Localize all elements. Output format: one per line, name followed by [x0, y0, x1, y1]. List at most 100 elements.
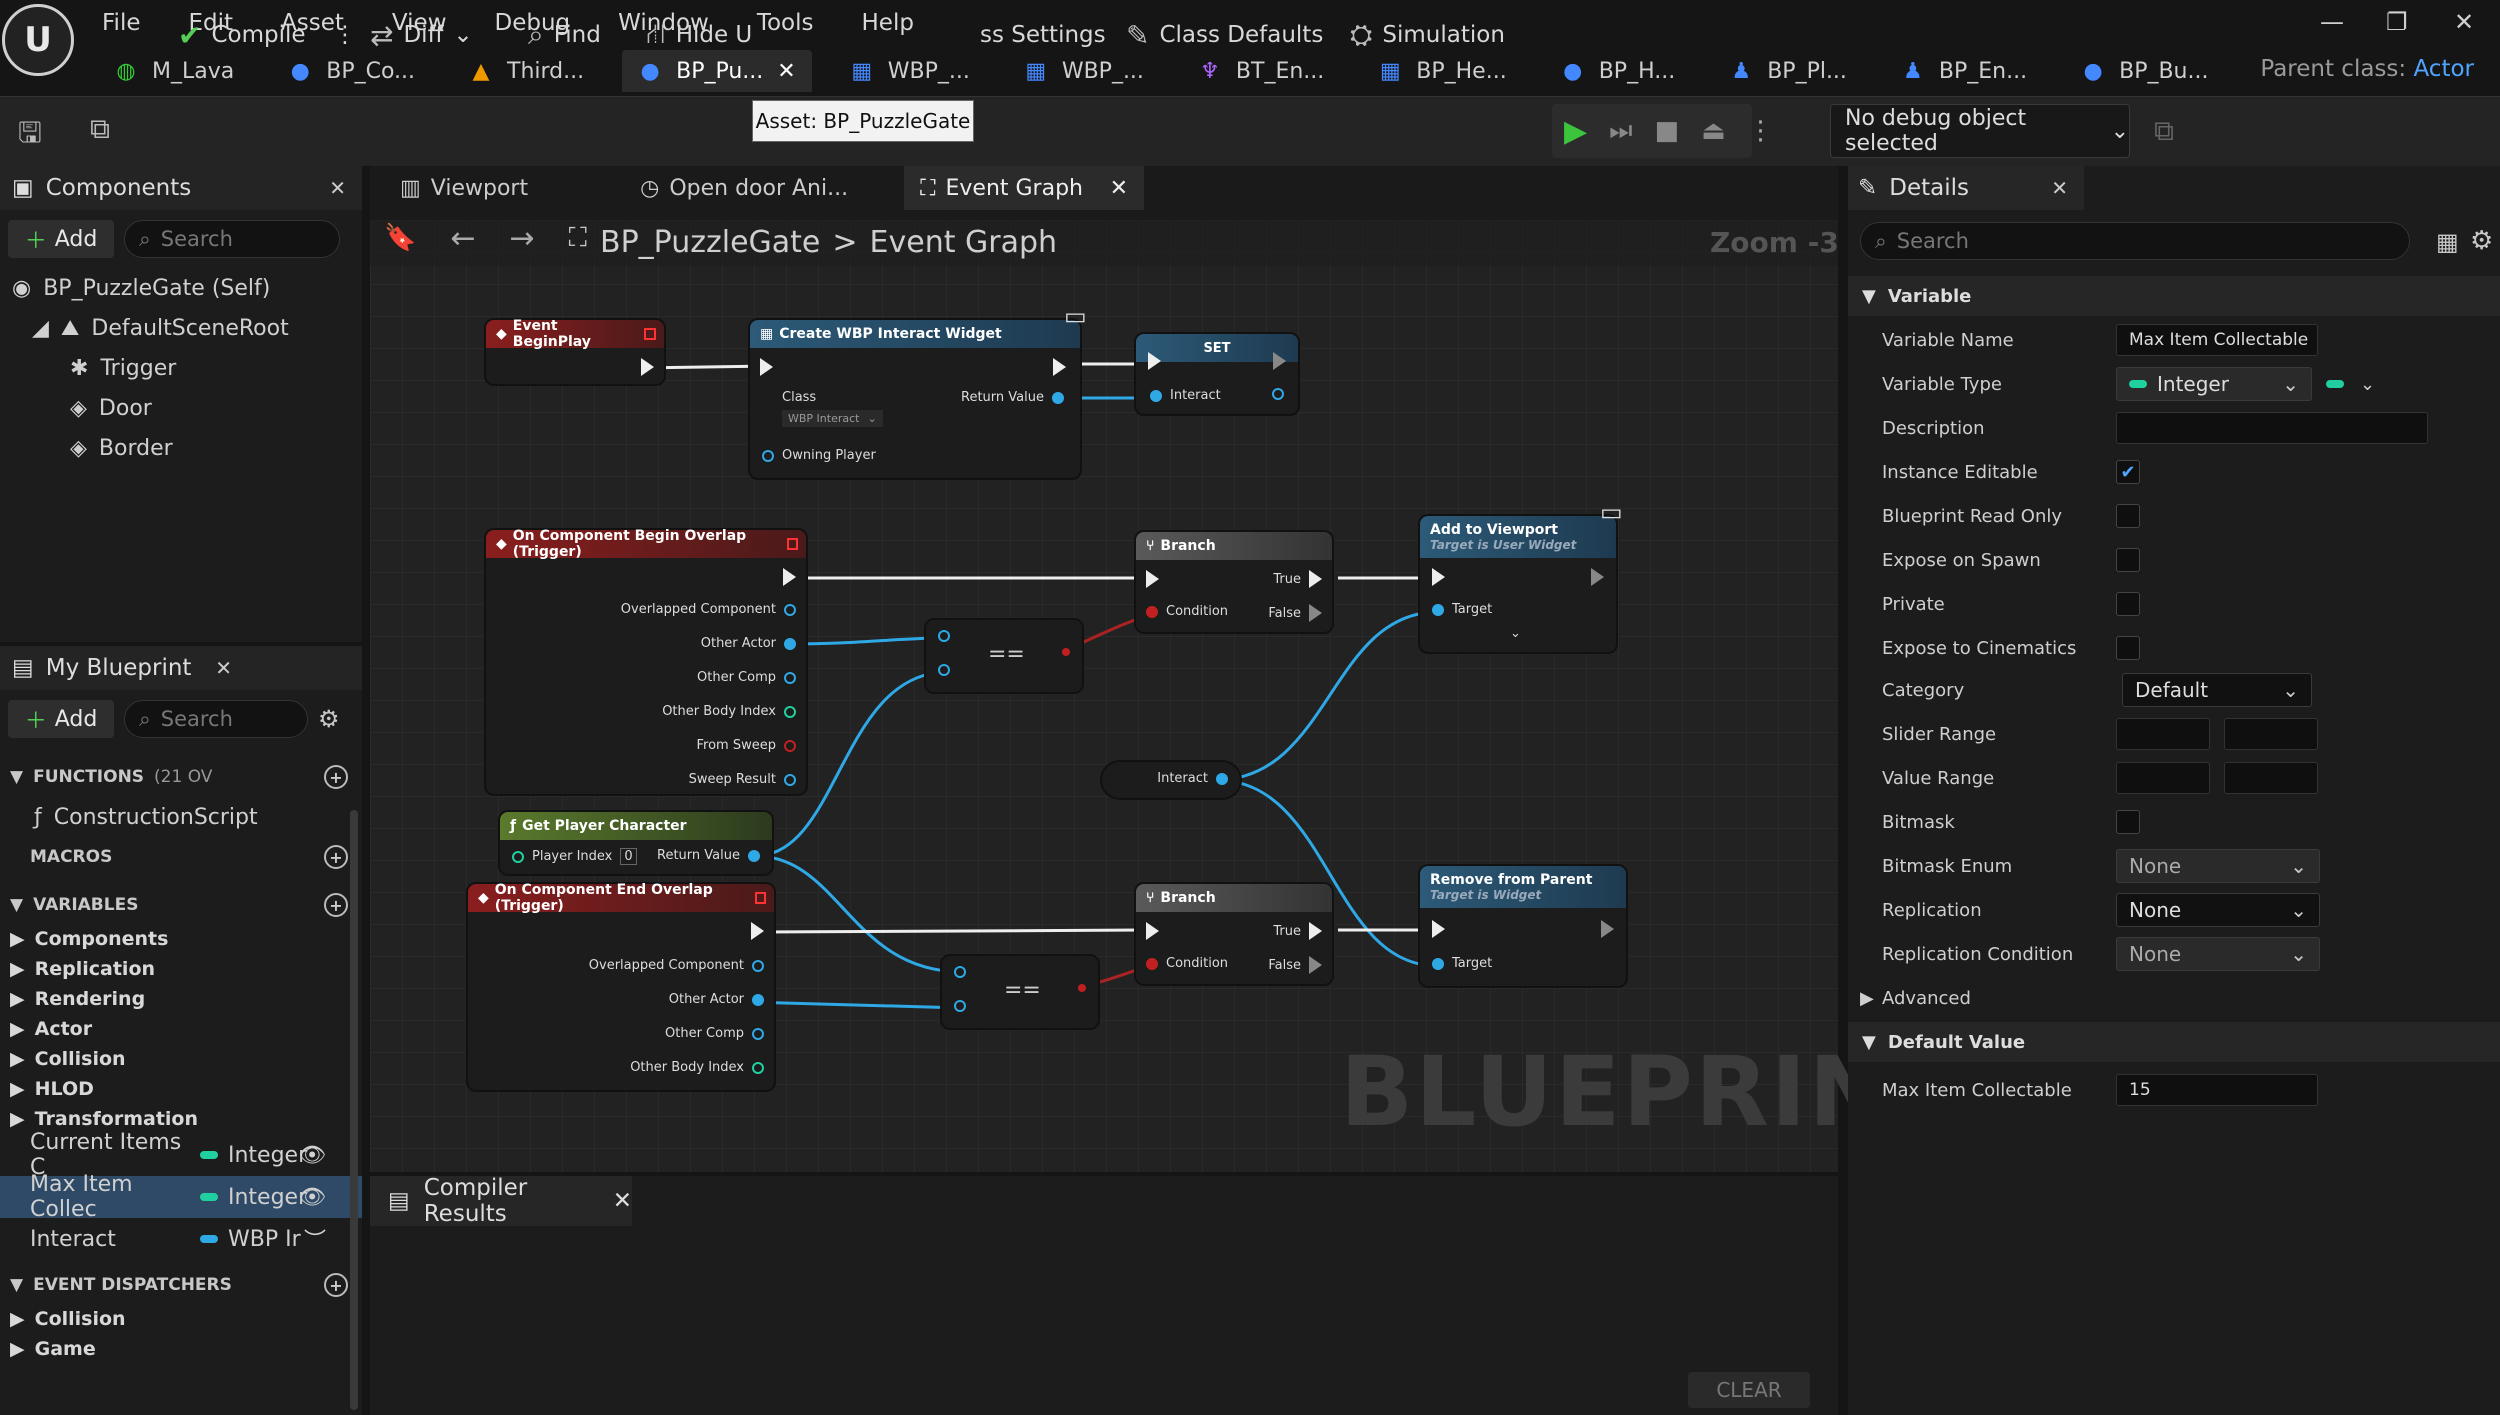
- node-equals[interactable]: ==: [926, 620, 1082, 692]
- variable-category[interactable]: ▶ Actor: [0, 1014, 362, 1044]
- slider-min-input[interactable]: [2116, 718, 2210, 750]
- minimize-icon[interactable]: —: [2320, 8, 2344, 36]
- node-interact-getter[interactable]: Interact: [1102, 762, 1240, 798]
- node-get-player-character[interactable]: ƒ Get Player Character Player Index 0 Retu…: [500, 812, 772, 874]
- node-remove-from-parent[interactable]: Remove from Parent Target is Widget Targe…: [1420, 866, 1626, 986]
- close-tab-icon[interactable]: ✕: [1110, 176, 1128, 201]
- diff-button[interactable]: ⇄ Diff ⌄: [370, 9, 473, 61]
- event-graph-canvas[interactable]: ◆ Event BeginPlay ▦ Create WBP Interact Wi…: [370, 220, 1838, 1172]
- expand-arrow-icon[interactable]: ▶: [10, 1048, 25, 1070]
- other-comp-pin[interactable]: Other Comp: [665, 1026, 764, 1041]
- other-body-pin[interactable]: Other Body Index: [662, 704, 796, 719]
- play-icon[interactable]: ▶: [1564, 114, 1587, 149]
- expand-advanced-icon[interactable]: ⌄: [1510, 626, 1521, 641]
- dispatcher-category[interactable]: ▶ Collision: [0, 1304, 362, 1334]
- components-search-input[interactable]: ⌕ Search: [124, 220, 340, 258]
- slider-max-input[interactable]: [2224, 718, 2318, 750]
- collapse-arrow-icon[interactable]: ▼: [10, 767, 23, 787]
- other-actor-pin[interactable]: Other Actor: [669, 992, 764, 1007]
- breadcrumb-root[interactable]: BP_PuzzleGate: [600, 225, 820, 260]
- return-value-pin[interactable]: Return Value: [657, 848, 760, 863]
- exec-in-pin[interactable]: [760, 358, 773, 376]
- compiler-results-tab[interactable]: ▤ Compiler Results ✕: [370, 1175, 632, 1227]
- b-pin[interactable]: [938, 664, 950, 676]
- more-options-icon[interactable]: ⋮: [1748, 116, 1774, 146]
- max-item-input[interactable]: 15: [2116, 1074, 2318, 1106]
- hierarchy-icon[interactable]: ⛶: [569, 223, 587, 254]
- target-pin[interactable]: Target: [1432, 602, 1492, 617]
- event-dispatchers-section[interactable]: ▼ EVENT DISPATCHERS +: [0, 1266, 362, 1304]
- expand-arrow-icon[interactable]: ▶: [10, 1308, 25, 1330]
- variable-row-selected[interactable]: Max Item Collec Integer 👁: [0, 1172, 362, 1222]
- details-search-input[interactable]: ⌕ Search: [1860, 222, 2410, 260]
- close-icon[interactable]: ✕: [2051, 176, 2068, 200]
- from-sweep-pin[interactable]: From Sweep: [697, 738, 796, 753]
- exec-out-pin[interactable]: [783, 568, 796, 586]
- tree-item-self[interactable]: ◉ BP_PuzzleGate (Self): [0, 268, 362, 308]
- close-icon[interactable]: ✕: [215, 656, 232, 680]
- forward-arrow-icon[interactable]: →: [510, 221, 535, 256]
- variable-name-input[interactable]: Max Item Collectable: [2116, 324, 2318, 356]
- exec-out-pin[interactable]: [751, 922, 764, 940]
- instance-editable-checkbox[interactable]: ✔: [2116, 460, 2140, 484]
- eye-icon[interactable]: 👁: [298, 1185, 326, 1210]
- find-button[interactable]: ⌕ Find: [528, 9, 601, 61]
- default-value-section[interactable]: ▼ Default Value: [1848, 1022, 2500, 1062]
- macros-section[interactable]: MACROS +: [0, 838, 362, 876]
- clear-button[interactable]: CLEAR: [1688, 1372, 1810, 1408]
- node-begin-overlap[interactable]: ◆ On Component Begin Overlap (Trigger) Ov…: [486, 528, 806, 794]
- node-branch[interactable]: ⑂ Branch True Condition False: [1136, 532, 1332, 632]
- variable-category[interactable]: ▶ Replication: [0, 954, 362, 984]
- variable-section[interactable]: ▼ Variable: [1848, 276, 2500, 316]
- player-index-pin[interactable]: Player Index 0: [512, 848, 637, 865]
- variable-type-select[interactable]: Integer ⌄: [2116, 367, 2312, 401]
- parent-class-link[interactable]: Actor: [2413, 56, 2474, 82]
- restore-icon[interactable]: ❐: [2386, 8, 2408, 36]
- node-create-widget[interactable]: ▦ Create WBP Interact Widget Class WBP In…: [750, 320, 1080, 478]
- expand-arrow-icon[interactable]: ▶: [10, 928, 25, 950]
- close-tab-icon[interactable]: ✕: [613, 1188, 632, 1214]
- row-advanced[interactable]: ▶ Advanced: [1848, 976, 2500, 1020]
- menu-help[interactable]: Help: [862, 10, 914, 36]
- menu-tools[interactable]: Tools: [757, 10, 814, 36]
- tab-viewport[interactable]: ▥ Viewport: [384, 166, 544, 210]
- return-value-pin[interactable]: Return Value: [961, 390, 1064, 405]
- class-defaults-button[interactable]: ✎ Class Defaults: [1126, 9, 1323, 61]
- compile-button[interactable]: ✔ Compile ⋮: [178, 9, 357, 61]
- read-only-checkbox[interactable]: [2116, 504, 2140, 528]
- node-end-overlap[interactable]: ◆ On Component End Overlap (Trigger) Over…: [468, 882, 774, 1090]
- replication-select[interactable]: None ⌄: [2116, 893, 2320, 927]
- add-macro-icon[interactable]: +: [324, 845, 348, 869]
- node-add-to-viewport[interactable]: Add to Viewport Target is User Widget Tar…: [1420, 516, 1616, 652]
- node-set-interact[interactable]: SET Interact: [1136, 334, 1298, 414]
- close-tab-icon[interactable]: ✕: [777, 59, 795, 84]
- exec-in-pin[interactable]: [1432, 568, 1445, 586]
- variable-category[interactable]: ▶ Collision: [0, 1044, 362, 1074]
- collapse-arrow-icon[interactable]: ▼: [10, 895, 23, 915]
- debug-browse-icon[interactable]: ⧉: [2154, 114, 2174, 148]
- interact-out-pin[interactable]: Interact: [1157, 771, 1228, 786]
- doc-tab[interactable]: ♟ BP_Pl...: [1713, 50, 1863, 92]
- class-pin[interactable]: Class: [782, 390, 816, 405]
- sweep-result-pin[interactable]: Sweep Result: [689, 772, 796, 787]
- add-dispatcher-icon[interactable]: +: [324, 1273, 348, 1297]
- bookmark-icon[interactable]: 🔖: [384, 223, 416, 253]
- step-icon[interactable]: ⏭: [1609, 116, 1632, 147]
- variable-category[interactable]: ▶ HLOD: [0, 1074, 362, 1104]
- exec-in-pin[interactable]: [1432, 920, 1445, 938]
- variables-section[interactable]: ▼ VARIABLES +: [0, 886, 362, 924]
- add-member-button[interactable]: ＋ Add: [8, 700, 114, 738]
- private-checkbox[interactable]: [2116, 592, 2140, 616]
- save-icon[interactable]: 🖫: [18, 112, 42, 160]
- player-index-input[interactable]: 0: [620, 848, 637, 865]
- category-select[interactable]: Default ⌄: [2122, 673, 2312, 707]
- my-blueprint-search-input[interactable]: ⌕ Search: [124, 700, 308, 738]
- add-variable-icon[interactable]: +: [324, 893, 348, 917]
- node-equals[interactable]: ==: [942, 956, 1098, 1028]
- true-pin[interactable]: True: [1273, 570, 1322, 588]
- tab-event-graph[interactable]: ⛶ Event Graph ✕: [904, 166, 1145, 210]
- doc-tab[interactable]: ▦ WBP_...: [834, 50, 986, 92]
- class-select[interactable]: WBP Interact ⌄: [782, 410, 883, 427]
- tab-open-door-animation[interactable]: ◷ Open door Ani...: [624, 166, 864, 210]
- add-component-button[interactable]: ＋ Add: [8, 220, 114, 258]
